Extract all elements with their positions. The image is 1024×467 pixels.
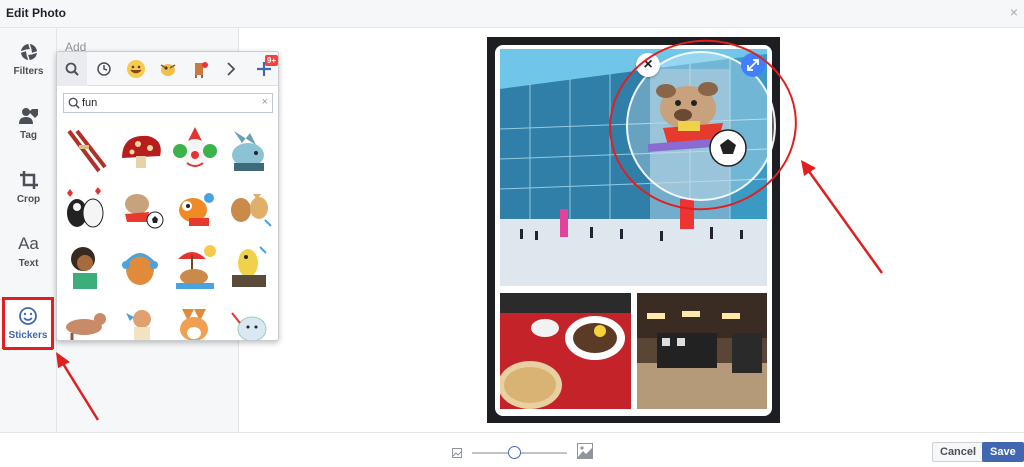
wolf-sticker-icon — [232, 131, 264, 171]
remove-sticker-button[interactable]: × — [636, 53, 660, 77]
food-photo — [500, 293, 631, 409]
sticker-item[interactable] — [59, 180, 111, 238]
search-icon — [68, 97, 80, 109]
store-tab[interactable]: 9+ — [247, 52, 278, 86]
corgi-sticker-icon — [180, 309, 208, 340]
sticker-item[interactable] — [115, 238, 167, 296]
clown-sticker-icon — [173, 127, 217, 167]
pack-smiley-icon — [127, 60, 145, 78]
search-query: fun — [82, 97, 98, 109]
sticker-picker: 9+ fun × — [56, 51, 279, 341]
chevron-right-icon — [227, 62, 236, 76]
pack-cat-icon — [195, 62, 208, 78]
crop-icon — [19, 171, 38, 189]
cancel-button[interactable]: Cancel — [932, 442, 985, 462]
sticker-item[interactable] — [223, 180, 275, 238]
zoom-slider-handle[interactable] — [508, 446, 522, 459]
store-badge: 9+ — [264, 55, 278, 66]
girl-sticker-icon — [71, 247, 97, 289]
zoom-out-image-icon[interactable] — [452, 448, 462, 458]
fox-headphones-sticker-icon — [122, 253, 158, 285]
text-tool[interactable]: Aa Text — [0, 228, 57, 284]
search-icon — [65, 62, 79, 76]
sticker-pack-1[interactable] — [121, 52, 151, 86]
zoom-in-image-icon[interactable] — [577, 443, 593, 459]
mushroom-sticker-icon — [122, 135, 161, 168]
dialog-title: Edit Photo — [6, 6, 66, 20]
sticker-item[interactable] — [115, 296, 167, 340]
dino-sticker-icon — [179, 193, 214, 226]
sticker-item[interactable] — [59, 296, 111, 340]
smiley-icon — [19, 307, 37, 325]
skis-sticker-icon — [67, 129, 107, 173]
close-icon[interactable]: × — [1010, 5, 1018, 19]
stickers-label: Stickers — [8, 330, 48, 341]
next-tab[interactable] — [219, 52, 243, 86]
resize-sticker-button[interactable] — [741, 53, 765, 77]
dog-soccer-sticker-icon — [125, 194, 164, 229]
dialog-header: Edit Photo × — [0, 0, 1024, 28]
cat-dog-sticker-icon — [231, 194, 272, 227]
tag-tool[interactable]: Tag — [0, 100, 57, 156]
beach-sticker-icon — [176, 245, 216, 289]
crop-tool[interactable]: Crop — [0, 164, 57, 220]
close-icon: × — [643, 56, 653, 73]
tool-rail: Filters Tag Crop Aa Text Stickers — [0, 28, 57, 432]
sticker-tabs: 9+ — [57, 52, 278, 86]
bird-bath-sticker-icon — [232, 246, 267, 287]
clear-search-icon[interactable]: × — [262, 96, 268, 108]
recent-tab[interactable] — [89, 52, 119, 86]
sticker-item[interactable] — [59, 122, 111, 180]
sticker-item[interactable] — [169, 238, 221, 296]
pack-bird-icon — [160, 64, 176, 76]
clock-icon — [97, 62, 111, 76]
interior-photo — [637, 293, 767, 409]
save-button[interactable]: Save — [982, 442, 1024, 462]
sticker-item[interactable] — [223, 296, 275, 340]
sticker-item[interactable] — [59, 238, 111, 296]
stickers-tool[interactable]: Stickers — [3, 298, 53, 350]
sticker-pack-3[interactable] — [185, 52, 215, 86]
sticker-item[interactable] — [169, 180, 221, 238]
text-icon: Aa — [18, 234, 39, 253]
sticker-item[interactable] — [169, 122, 221, 180]
sticker-item[interactable] — [115, 122, 167, 180]
text-label: Text — [18, 258, 39, 269]
sticker-pack-2[interactable] — [153, 52, 183, 86]
blob-sticker-icon — [231, 312, 267, 340]
expand-icon — [747, 59, 759, 71]
search-tab[interactable] — [57, 52, 87, 86]
baby-sticker-icon — [126, 310, 151, 340]
filters-icon — [20, 43, 37, 61]
sticker-search-input[interactable]: fun × — [63, 93, 273, 113]
edit-photo-dialog: Edit Photo × Filters Tag Crop Aa Text St… — [0, 0, 1024, 467]
filters-label: Filters — [13, 66, 44, 77]
dachshund-sticker-icon — [66, 313, 106, 340]
sticker-item[interactable] — [223, 238, 275, 296]
filters-tool[interactable]: Filters — [0, 36, 57, 92]
sticker-item[interactable] — [169, 296, 221, 340]
crop-label: Crop — [16, 194, 41, 205]
couple-sticker-icon — [67, 187, 104, 228]
tag-icon — [18, 108, 38, 124]
sticker-item[interactable] — [115, 180, 167, 238]
dialog-footer: Cancel Save — [0, 432, 1024, 467]
tag-label: Tag — [19, 130, 38, 141]
sticker-item[interactable] — [223, 122, 275, 180]
